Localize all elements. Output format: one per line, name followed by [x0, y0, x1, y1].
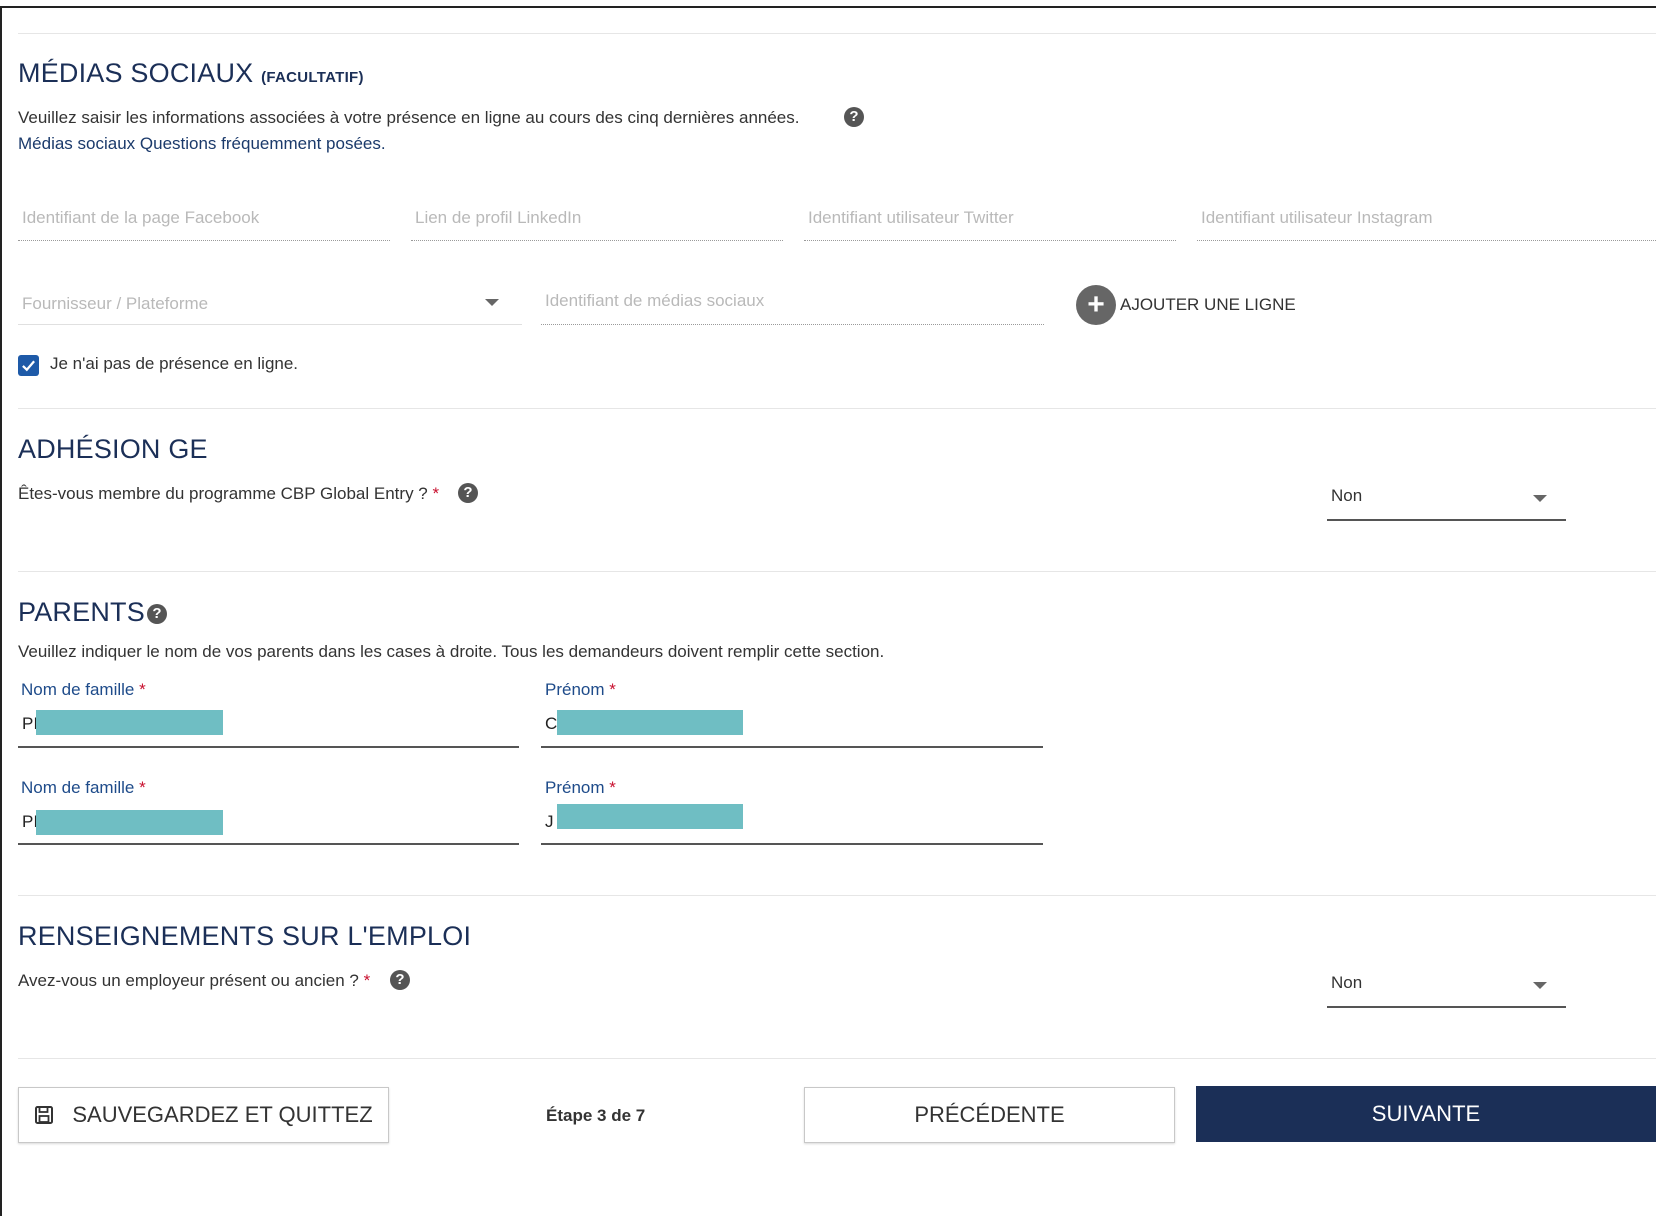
step-indicator: Étape 3 de 7: [546, 1106, 646, 1125]
first-name-label: Prénom *: [545, 778, 616, 798]
required-mark: *: [363, 971, 371, 990]
social-id-placeholder: Identifiant de médias sociaux: [545, 291, 765, 310]
help-icon[interactable]: ?: [147, 604, 167, 624]
social-id-field[interactable]: Identifiant de médias sociaux: [541, 280, 1044, 325]
ge-answer-value: Non: [1331, 486, 1363, 505]
required-mark: *: [609, 680, 616, 699]
redaction-block: [36, 710, 223, 735]
parent-1-first-name-value: C: [545, 714, 558, 733]
required-mark: *: [432, 484, 440, 503]
section-divider: [18, 33, 1656, 34]
next-button[interactable]: SUIVANTE: [1196, 1086, 1656, 1142]
no-presence-checkbox[interactable]: [18, 355, 39, 376]
redaction-block: [557, 804, 743, 829]
ge-question-text: Êtes-vous membre du programme CBP Global…: [18, 484, 428, 503]
parent-1-last-name-input[interactable]: PI: [18, 704, 519, 748]
checkmark-icon: [22, 360, 35, 372]
help-icon[interactable]: ?: [390, 970, 410, 990]
section-divider: [18, 571, 1656, 572]
ge-answer-select[interactable]: Non: [1327, 476, 1566, 521]
parent-2-first-name-value: J: [545, 812, 554, 831]
parents-description: Veuillez indiquer le nom de vos parents …: [18, 642, 885, 661]
previous-button[interactable]: PRÉCÉDENTE: [804, 1087, 1175, 1143]
social-media-title: MÉDIAS SOCIAUX (FACULTATIF): [18, 58, 364, 89]
social-faq-link[interactable]: Médias sociaux Questions fréquemment pos…: [18, 134, 386, 154]
previous-label: PRÉCÉDENTE: [914, 1102, 1065, 1127]
no-presence-label[interactable]: Je n'ai pas de présence en ligne.: [50, 354, 298, 374]
save-and-quit-label: SAUVEGARDEZ ET QUITTEZ: [72, 1102, 373, 1127]
last-name-label: Nom de famille *: [21, 680, 146, 700]
ge-title: ADHÉSION GE: [18, 434, 208, 464]
parent-2-last-name-input[interactable]: PI: [18, 802, 519, 845]
last-name-label-text: Nom de famille: [21, 680, 135, 699]
chevron-down-icon: [1533, 982, 1547, 989]
section-divider: [18, 408, 1656, 409]
instagram-placeholder: Identifiant utilisateur Instagram: [1201, 208, 1433, 227]
plus-circle-icon: +: [1076, 285, 1116, 325]
chevron-down-icon: [1533, 495, 1547, 502]
optional-tag: (FACULTATIF): [261, 69, 364, 86]
last-name-label: Nom de famille *: [21, 778, 146, 798]
required-mark: *: [609, 778, 616, 797]
floppy-disk-icon: [35, 1106, 54, 1124]
first-name-label: Prénom *: [545, 680, 616, 700]
twitter-field[interactable]: Identifiant utilisateur Twitter: [804, 196, 1176, 241]
employment-question-text: Avez-vous un employeur présent ou ancien…: [18, 971, 359, 990]
linkedin-placeholder: Lien de profil LinkedIn: [415, 208, 582, 227]
parent-2-first-name-input[interactable]: J: [541, 802, 1043, 845]
parent-1-first-name-input[interactable]: C: [541, 704, 1043, 748]
page-frame: [0, 6, 1656, 1216]
required-mark: *: [139, 680, 146, 699]
save-and-quit-button[interactable]: SAUVEGARDEZ ET QUITTEZ: [18, 1087, 389, 1143]
twitter-placeholder: Identifiant utilisateur Twitter: [808, 208, 1014, 227]
last-name-label-text: Nom de famille: [21, 778, 135, 797]
social-media-description: Veuillez saisir les informations associé…: [18, 108, 800, 127]
linkedin-field[interactable]: Lien de profil LinkedIn: [411, 196, 783, 241]
facebook-placeholder: Identifiant de la page Facebook: [22, 208, 260, 227]
first-name-label-text: Prénom: [545, 680, 605, 699]
employment-answer-value: Non: [1331, 973, 1363, 992]
help-icon[interactable]: ?: [458, 483, 478, 503]
required-mark: *: [139, 778, 146, 797]
parents-title: PARENTS: [18, 597, 145, 627]
employment-question: Avez-vous un employeur présent ou ancien…: [18, 971, 370, 991]
first-name-label-text: Prénom: [545, 778, 605, 797]
chevron-down-icon: [485, 299, 499, 306]
add-row-button[interactable]: + AJOUTER UNE LIGNE: [1076, 285, 1296, 325]
instagram-field[interactable]: Identifiant utilisateur Instagram: [1197, 196, 1656, 241]
facebook-field[interactable]: Identifiant de la page Facebook: [18, 196, 390, 241]
provider-placeholder: Fournisseur / Plateforme: [22, 294, 209, 313]
employment-answer-select[interactable]: Non: [1327, 963, 1566, 1008]
add-row-label: AJOUTER UNE LIGNE: [1120, 295, 1296, 314]
social-media-title-text: MÉDIAS SOCIAUX: [18, 58, 254, 88]
employment-title: RENSEIGNEMENTS SUR L'EMPLOI: [18, 921, 472, 951]
help-icon[interactable]: ?: [844, 107, 864, 127]
redaction-block: [36, 810, 223, 835]
section-divider: [18, 895, 1656, 896]
redaction-block: [557, 710, 743, 735]
ge-question: Êtes-vous membre du programme CBP Global…: [18, 484, 439, 504]
section-divider: [18, 1058, 1656, 1059]
provider-select[interactable]: Fournisseur / Plateforme: [18, 282, 522, 325]
next-label: SUIVANTE: [1371, 1101, 1481, 1126]
